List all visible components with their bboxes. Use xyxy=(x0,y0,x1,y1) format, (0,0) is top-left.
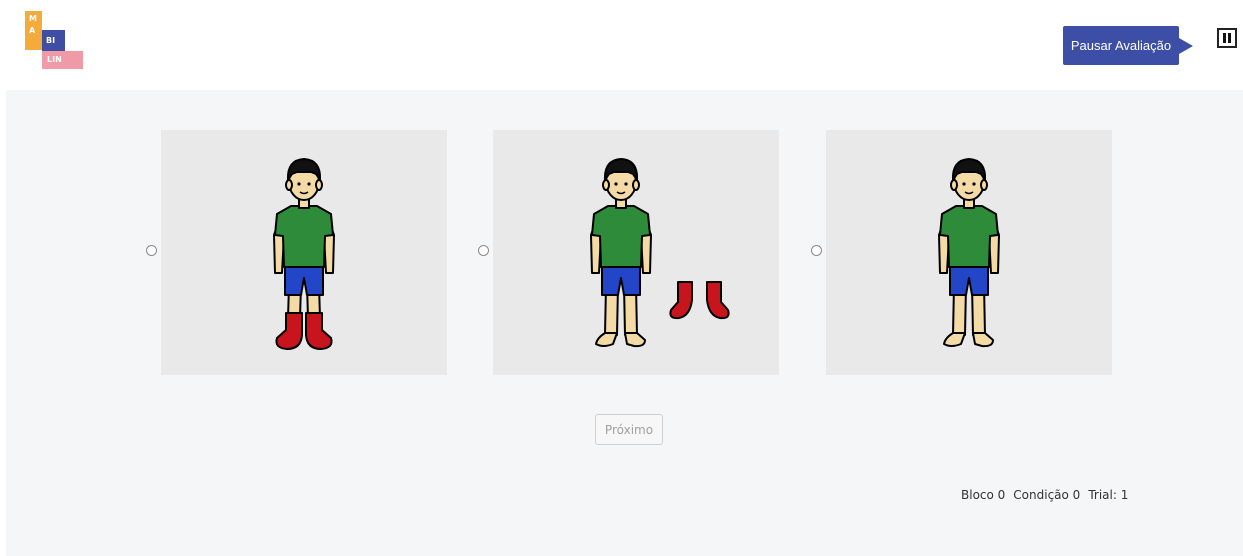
logo-letter-m: M xyxy=(29,14,37,23)
bloco-label: Bloco 0 xyxy=(961,488,1006,502)
logo-letter-a: A xyxy=(29,26,36,35)
pause-evaluation-button[interactable]: Pausar Avaliação xyxy=(1063,26,1193,65)
option-1-image[interactable] xyxy=(161,130,447,375)
pause-icon[interactable] xyxy=(1217,28,1237,48)
boy-barefoot-icon xyxy=(938,158,1000,348)
trial-status: Bloco 0 Condição 0 Trial: 1 xyxy=(961,488,1136,502)
option-2-image[interactable] xyxy=(493,130,779,375)
boy-barefoot-with-boots-icon xyxy=(590,158,730,348)
option-3-image[interactable] xyxy=(826,130,1112,375)
trial-label: Trial: 1 xyxy=(1088,488,1129,502)
option-2-radio[interactable] xyxy=(478,245,489,256)
option-2 xyxy=(478,130,779,375)
logo-lin-text: LIN xyxy=(47,55,62,64)
next-button[interactable]: Próximo xyxy=(595,414,663,445)
logo-bi-block: BI xyxy=(42,30,65,51)
condicao-label: Condição 0 xyxy=(1013,488,1081,502)
boy-with-red-boots-icon xyxy=(273,158,335,350)
logo-bi-text: BI xyxy=(46,36,56,45)
logo-lin-block: LIN xyxy=(42,51,83,69)
logo-ma-block: M A xyxy=(25,11,42,50)
option-3 xyxy=(811,130,1112,375)
mabilin-logo: M A BI LIN xyxy=(25,11,85,71)
trial-area: Próximo Bloco 0 Condição 0 Trial: 1 xyxy=(6,90,1243,556)
option-1 xyxy=(146,130,447,375)
option-1-radio[interactable] xyxy=(146,245,157,256)
option-3-radio[interactable] xyxy=(811,245,822,256)
